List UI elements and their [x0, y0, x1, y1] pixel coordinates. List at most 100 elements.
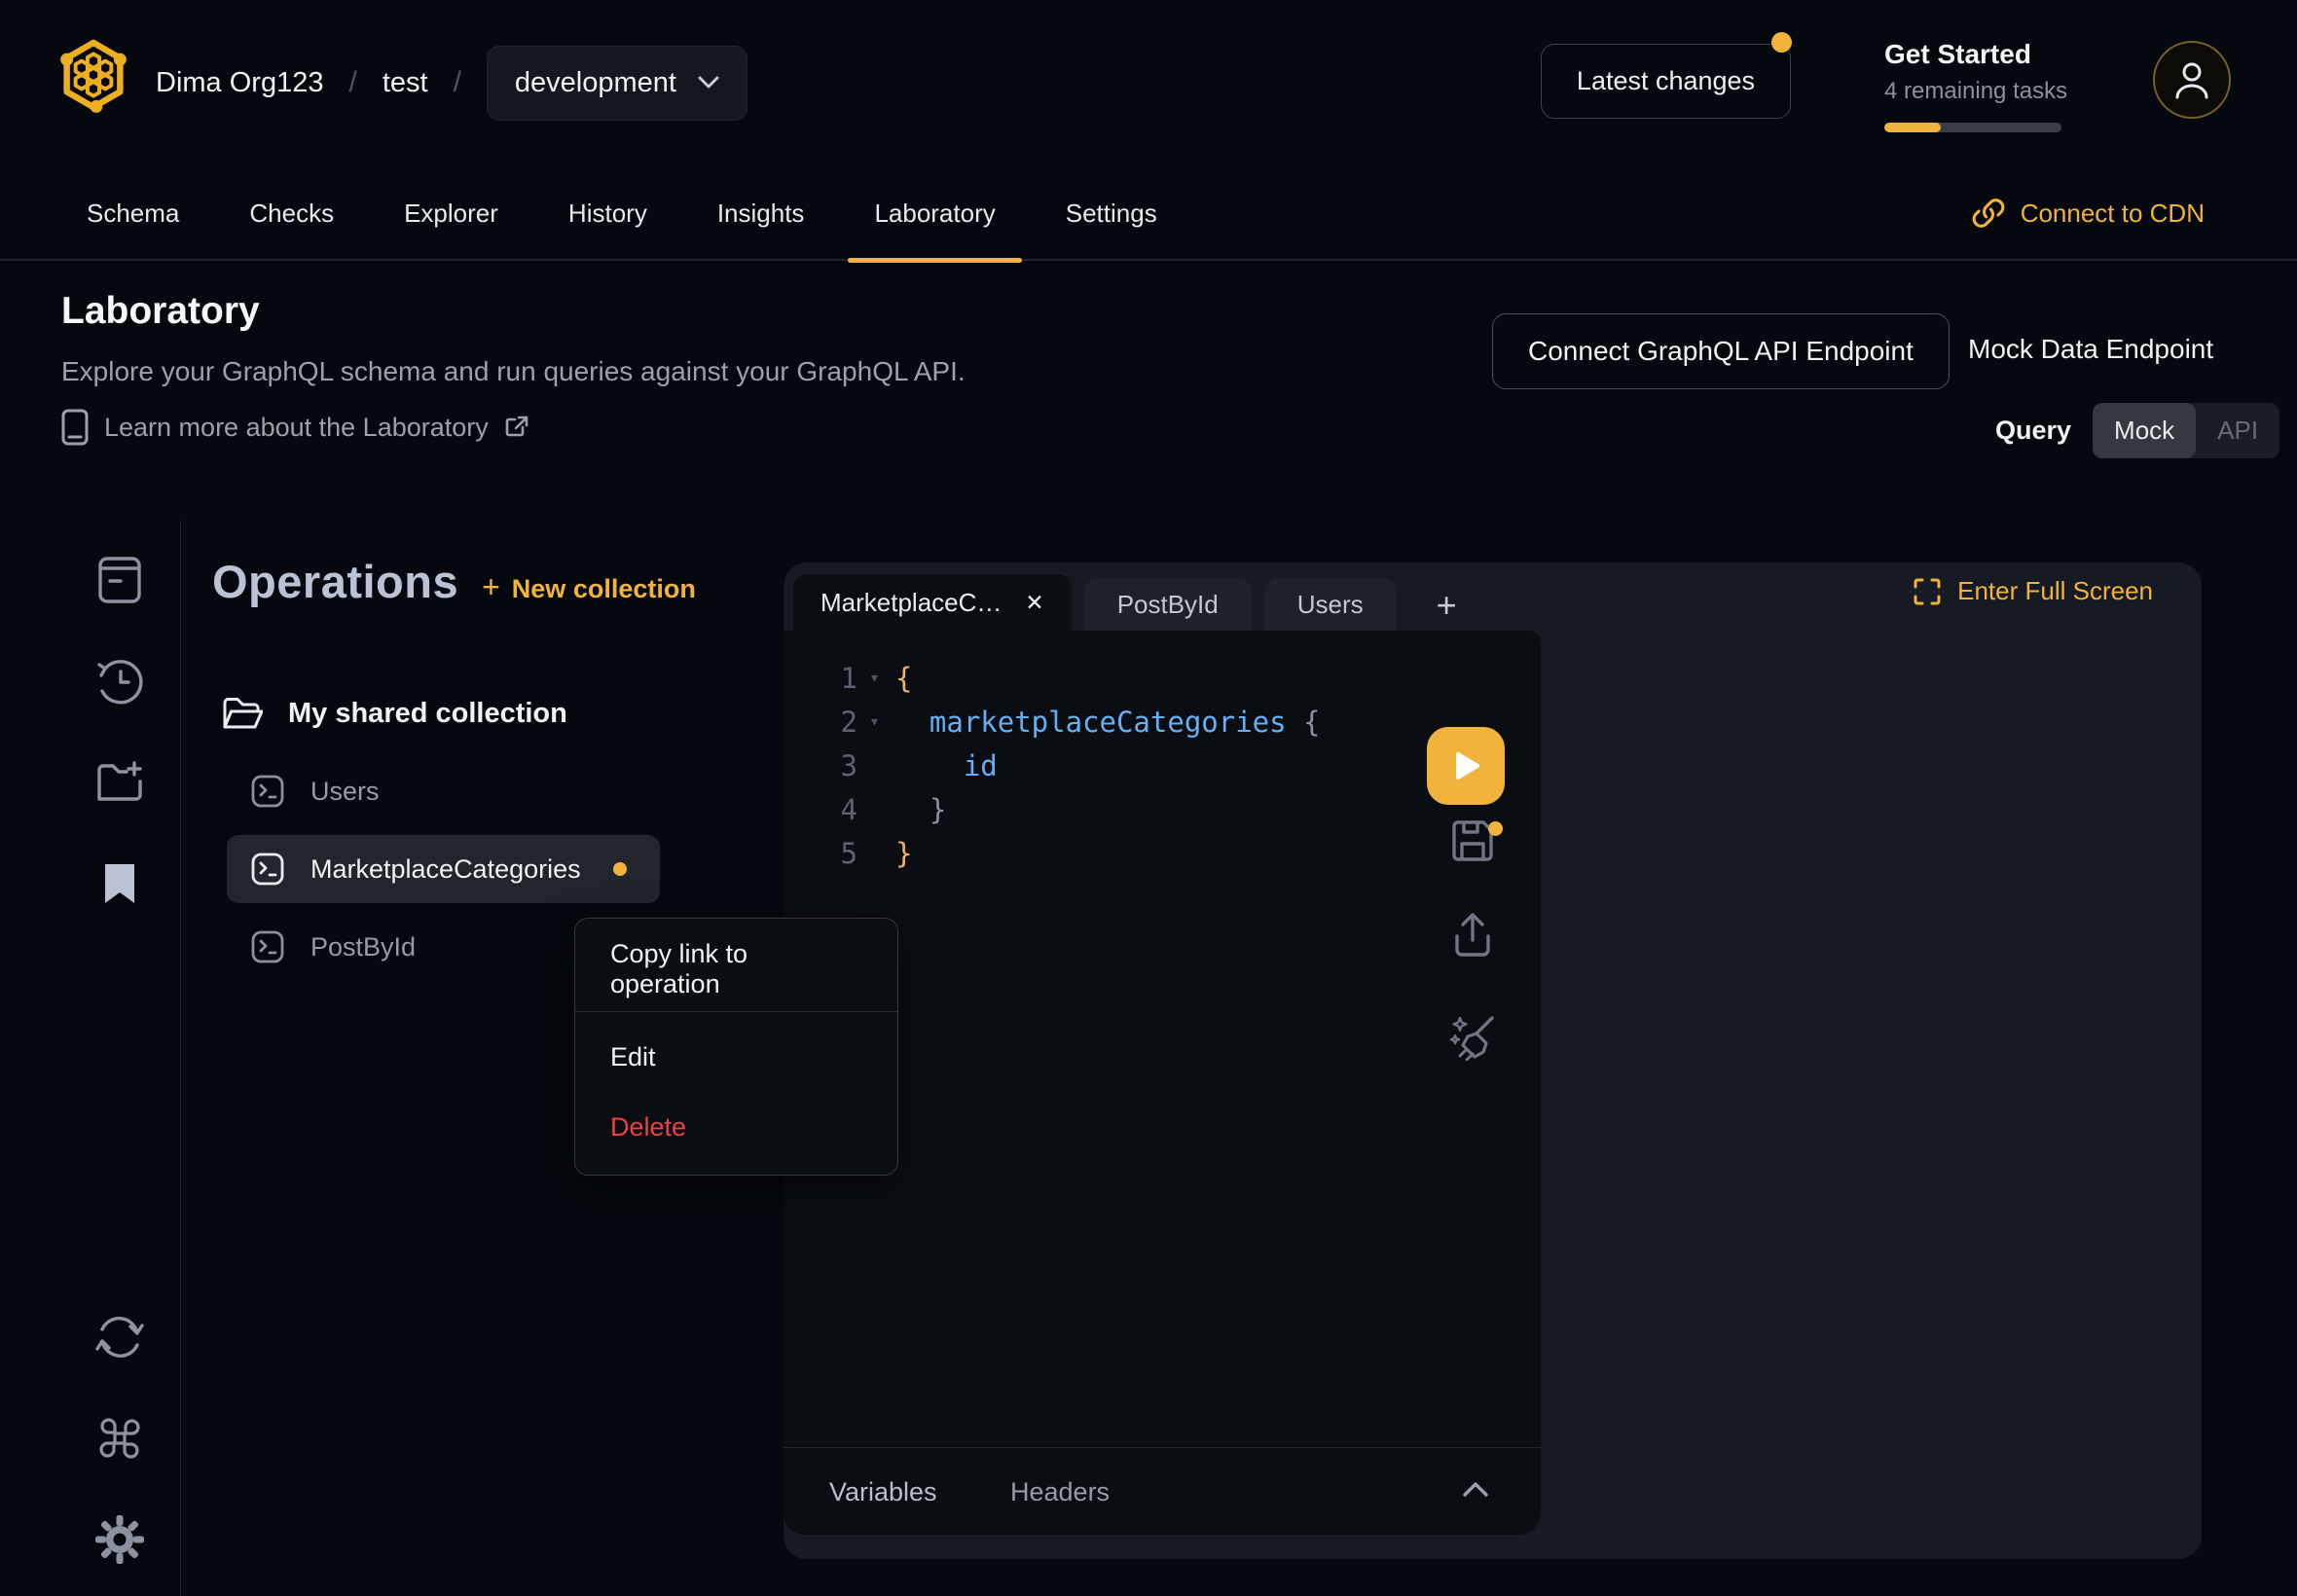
line-number: 5: [811, 837, 857, 870]
collection-header[interactable]: My shared collection: [222, 679, 567, 747]
enter-fullscreen-label: Enter Full Screen: [1957, 576, 2153, 606]
latest-changes-button[interactable]: Latest changes: [1541, 44, 1791, 119]
nav-tab-label: Checks: [249, 199, 334, 229]
refresh-schema-icon[interactable]: [94, 1312, 145, 1362]
line-number: 4: [811, 793, 857, 826]
line-number: 3: [811, 749, 857, 782]
nav-tab-label: Laboratory: [874, 199, 995, 229]
code-line: 1 ▾ {: [784, 656, 1541, 700]
nav-tab-label: Settings: [1066, 199, 1157, 229]
save-operation-button[interactable]: [1443, 812, 1502, 870]
operations-header: Operations + New collection: [212, 555, 696, 608]
laboratory-app: Dima Org123 / test / development Latest …: [0, 0, 2297, 1596]
graph-nav: Schema Checks Explorer History Insights Labor…: [0, 165, 2297, 261]
code-line: 2 ▾ marketplaceCategories {: [784, 700, 1541, 744]
connect-endpoint-button[interactable]: Connect GraphQL API Endpoint: [1492, 313, 1950, 389]
prettify-button[interactable]: [1443, 1006, 1502, 1065]
saved-collections-icon[interactable]: [94, 858, 145, 909]
learn-more-link[interactable]: Learn more about the Laboratory: [61, 409, 529, 446]
context-menu-copy-link-to-operation[interactable]: Copy link to operation: [575, 944, 897, 995]
mock-data-endpoint-link[interactable]: Mock Data Endpoint: [1968, 334, 2213, 365]
variant-value: development: [515, 67, 676, 99]
page-title: Laboratory: [61, 290, 260, 333]
editor-tab-users[interactable]: Users: [1264, 578, 1397, 631]
footer-tab-variables[interactable]: Variables: [829, 1448, 937, 1536]
graph-nav-tabs: Schema Checks Explorer History Insights Labor…: [60, 165, 1184, 261]
laboratory-panel: MarketplaceC… ✕ PostById Users + Enter F…: [784, 562, 2202, 1559]
operation-unsaved-dot: [613, 862, 627, 876]
query-mode-mock[interactable]: Mock: [2093, 403, 2196, 458]
fold-caret-icon[interactable]: ▾: [869, 711, 880, 732]
user-avatar[interactable]: [2153, 41, 2231, 119]
connect-to-cdn-link[interactable]: Connect to CDN: [1972, 165, 2205, 261]
footer-tab-headers[interactable]: Headers: [1010, 1448, 1110, 1536]
laboratory-header: Laboratory Explore your GraphQL schema a…: [0, 261, 2297, 516]
nav-tab-history[interactable]: History: [542, 165, 674, 261]
latest-changes-notification-dot: [1771, 32, 1792, 53]
get-started-widget[interactable]: Get Started 4 remaining tasks: [1884, 39, 2118, 132]
query-mode-row: Query MockAPI: [1995, 403, 2279, 458]
operation-row-users[interactable]: Users: [227, 757, 660, 825]
nav-tab-laboratory[interactable]: Laboratory: [848, 165, 1021, 261]
context-menu-edit[interactable]: Edit: [575, 1032, 897, 1082]
operation-context-menu: Copy link to operation Edit Delete: [574, 918, 898, 1176]
query-mode-label: Query: [1995, 416, 2071, 446]
collection-name: My shared collection: [288, 698, 567, 730]
operation-label: MarketplaceCategories: [310, 854, 581, 885]
nav-tab-label: Schema: [87, 199, 179, 229]
operation-icon: [250, 852, 285, 887]
operations-title: Operations: [212, 555, 458, 608]
play-icon: [1449, 749, 1482, 782]
context-menu-divider: [575, 1011, 897, 1012]
run-query-button[interactable]: [1427, 727, 1505, 805]
operation-row-marketplacecategories[interactable]: MarketplaceCategories: [227, 835, 660, 903]
breadcrumb-org[interactable]: Dima Org123: [156, 67, 323, 99]
query-mode-api[interactable]: API: [2196, 403, 2279, 458]
nav-tab-label: History: [568, 199, 647, 229]
shortcuts-icon[interactable]: [94, 1413, 145, 1464]
person-icon: [2171, 58, 2212, 101]
prettify-broom-icon: [1447, 1010, 1498, 1061]
share-upload-icon: [1449, 909, 1496, 960]
nav-tab-settings[interactable]: Settings: [1039, 165, 1184, 261]
editor-tab-label: MarketplaceC…: [820, 588, 1002, 618]
link-icon: [1972, 197, 2005, 230]
variant-select[interactable]: development: [487, 46, 747, 121]
page-description: Explore your GraphQL schema and run quer…: [61, 356, 966, 387]
query-mode-toggle[interactable]: MockAPI: [2093, 403, 2279, 458]
operation-label: PostById: [310, 932, 416, 962]
plus-icon: +: [482, 569, 500, 605]
nav-tab-insights[interactable]: Insights: [691, 165, 831, 261]
operation-icon: [250, 774, 285, 809]
documentation-icon[interactable]: [94, 555, 145, 605]
editor-tab-postbyid[interactable]: PostById: [1084, 578, 1252, 631]
enter-fullscreen-button[interactable]: Enter Full Screen: [1913, 576, 2153, 606]
nav-tab-explorer[interactable]: Explorer: [378, 165, 525, 261]
breadcrumb: Dima Org123 / test / development: [156, 0, 747, 165]
editor-tab-marketplacec[interactable]: MarketplaceC… ✕: [793, 574, 1072, 631]
settings-gear-icon[interactable]: [94, 1514, 145, 1565]
book-icon: [61, 409, 89, 446]
line-number: 1: [811, 662, 857, 695]
collapse-panel-button[interactable]: [1461, 1479, 1490, 1499]
code-text: id: [895, 749, 998, 782]
get-started-progress-fill: [1884, 123, 1941, 132]
new-tab-button[interactable]: +: [1437, 588, 1457, 623]
nav-tab-checks[interactable]: Checks: [223, 165, 360, 261]
top-bar: Dima Org123 / test / development Latest …: [0, 0, 2297, 165]
breadcrumb-separator: /: [348, 66, 356, 99]
connect-to-cdn-label: Connect to CDN: [2021, 199, 2205, 229]
history-icon[interactable]: [94, 656, 145, 707]
graphos-logo-icon[interactable]: [58, 37, 128, 113]
nav-tab-schema[interactable]: Schema: [60, 165, 205, 261]
line-number: 2: [811, 706, 857, 739]
context-menu-delete[interactable]: Delete: [575, 1102, 897, 1152]
new-folder-icon[interactable]: [94, 757, 145, 808]
code-line: 4 }: [784, 787, 1541, 831]
close-tab-icon[interactable]: ✕: [1025, 590, 1043, 616]
fold-caret-icon[interactable]: ▾: [869, 668, 880, 688]
new-collection-button[interactable]: + New collection: [482, 569, 696, 605]
breadcrumb-graph[interactable]: test: [383, 67, 428, 99]
share-operation-button[interactable]: [1443, 905, 1502, 963]
external-link-icon: [504, 415, 529, 440]
